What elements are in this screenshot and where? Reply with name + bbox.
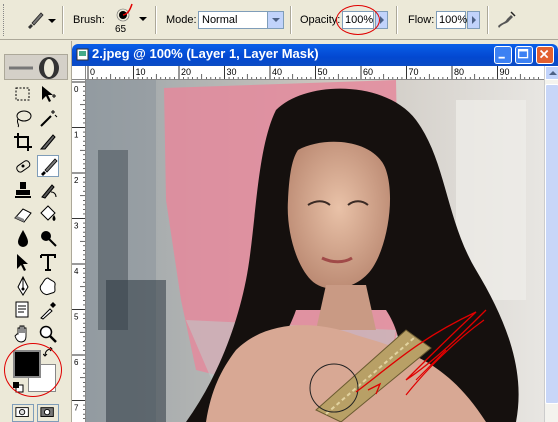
annotation-color-circle	[4, 343, 62, 397]
notes-tool-icon[interactable]	[12, 299, 34, 321]
vertical-scrollbar[interactable]	[544, 66, 558, 422]
document-titlebar[interactable]: 2.jpeg @ 100% (Layer 1, Layer Mask)	[72, 44, 558, 66]
lasso-tool-icon[interactable]	[12, 107, 34, 129]
vertical-ruler[interactable]: 0 1 2 3 4 5 6 7	[72, 80, 86, 422]
flow-field[interactable]: 100%	[436, 11, 468, 29]
brush-tool-icon[interactable]	[37, 155, 59, 177]
brush-label: Brush:	[73, 14, 105, 26]
quick-mask-mode-button[interactable]	[37, 404, 59, 422]
mode-label: Mode:	[166, 14, 197, 26]
ruler-label: 2	[74, 176, 79, 185]
dodge-tool-icon[interactable]	[37, 227, 59, 249]
brush-tool-icon[interactable]	[24, 9, 46, 31]
ruler-label: 40	[272, 67, 282, 77]
eyedropper-tool-icon[interactable]	[37, 299, 59, 321]
adobe-online-icon[interactable]	[4, 54, 68, 80]
ruler-label: 4	[74, 267, 79, 276]
ruler-label: 30	[227, 67, 237, 77]
slice-tool-icon[interactable]	[37, 131, 59, 153]
ruler-label: 20	[181, 67, 191, 77]
clone-stamp-tool-icon[interactable]	[12, 179, 34, 201]
ruler-label: 10	[136, 67, 146, 77]
mode-value: Normal	[202, 14, 238, 26]
scroll-thumb[interactable]	[545, 84, 558, 404]
ruler-label: 6	[74, 358, 79, 367]
opacity-label: Opacity:	[300, 14, 341, 26]
healing-brush-tool-icon[interactable]	[12, 155, 34, 177]
photoshop-window: Brush: 6 5 Mode: Normal Opacity: 100% Flo…	[0, 0, 558, 422]
options-separator	[155, 6, 157, 34]
standard-mode-button[interactable]	[12, 404, 34, 422]
hand-tool-icon[interactable]	[12, 323, 34, 345]
paint-bucket-tool-icon[interactable]	[37, 203, 59, 225]
annotation-brush-mark	[122, 3, 133, 16]
image-canvas[interactable]	[86, 80, 544, 422]
type-tool-icon[interactable]	[37, 251, 59, 273]
blur-tool-icon[interactable]	[12, 227, 34, 249]
path-selection-tool-icon[interactable]	[12, 251, 34, 273]
flow-value: 100%	[439, 14, 468, 26]
chevron-down-icon[interactable]	[267, 12, 283, 28]
ruler-label: 7	[74, 404, 79, 413]
close-button[interactable]	[536, 46, 554, 64]
maximize-button[interactable]	[515, 46, 533, 64]
mode-select[interactable]: Normal	[198, 11, 284, 29]
eraser-tool-icon[interactable]	[12, 203, 34, 225]
flow-label: Flow:	[408, 14, 435, 26]
annotation-opacity-circle	[336, 5, 380, 35]
zoom-tool-icon[interactable]	[37, 323, 59, 345]
ruler-label: 0	[90, 67, 95, 77]
options-separator	[396, 6, 398, 34]
ruler-label: 60	[363, 67, 373, 77]
photo-layer	[86, 80, 544, 422]
options-separator	[290, 6, 292, 34]
minimize-button[interactable]	[494, 46, 512, 64]
ruler-label: 5	[74, 313, 79, 322]
document-window: 2.jpeg @ 100% (Layer 1, Layer Mask) 0 10 2…	[72, 44, 558, 422]
toolbox	[0, 41, 72, 422]
move-tool-icon[interactable]	[37, 83, 59, 105]
ruler-label: 90	[500, 67, 510, 77]
options-grip[interactable]	[3, 4, 7, 36]
ruler-label: 0	[74, 85, 79, 94]
horizontal-ruler-ticks: 0 10 20 30 40 50 60 70 80 90	[87, 66, 539, 79]
history-brush-tool-icon[interactable]	[37, 179, 59, 201]
ruler-label: 3	[74, 222, 79, 231]
document-title: 2.jpeg @ 100% (Layer 1, Layer Mask)	[92, 46, 319, 61]
ruler-label: 1	[74, 131, 79, 140]
custom-shape-tool-icon[interactable]	[37, 275, 59, 297]
tool-preset-arrow[interactable]	[48, 19, 56, 23]
magic-wand-tool-icon[interactable]	[37, 107, 59, 129]
crop-tool-icon[interactable]	[12, 131, 34, 153]
marquee-tool-icon[interactable]	[12, 83, 34, 105]
airbrush-icon[interactable]	[495, 9, 517, 31]
vertical-ruler-ticks: 0 1 2 3 4 5 6 7	[72, 81, 85, 420]
horizontal-ruler[interactable]: 0 10 20 30 40 50 60 70 80 90	[86, 66, 544, 80]
ruler-label: 50	[318, 67, 328, 77]
options-bar: Brush: 65 Mode: Normal Opacity: 100% Flo…	[0, 0, 558, 40]
ruler-origin[interactable]	[72, 66, 86, 80]
document-icon	[76, 48, 89, 61]
options-separator	[487, 6, 489, 34]
flow-slider-button[interactable]	[467, 11, 480, 29]
pen-tool-icon[interactable]	[12, 275, 34, 297]
ruler-label: 70	[409, 67, 419, 77]
ruler-label: 80	[454, 67, 464, 77]
options-separator	[62, 6, 64, 34]
scroll-up-button[interactable]	[545, 66, 558, 80]
